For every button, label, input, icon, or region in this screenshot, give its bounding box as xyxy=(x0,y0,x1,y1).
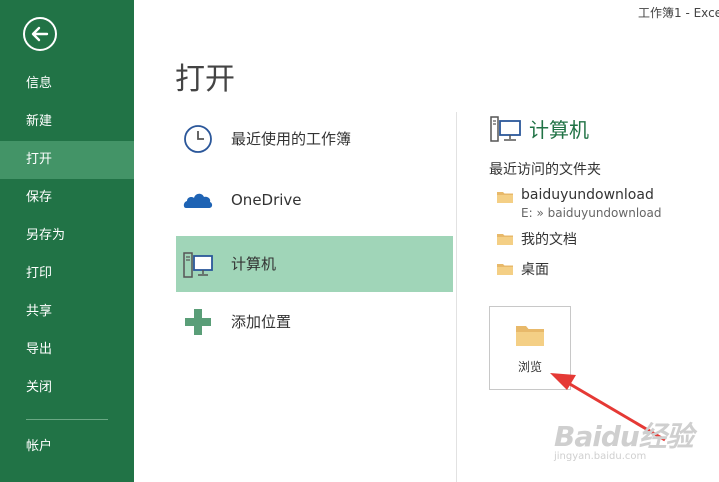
place-label: OneDrive xyxy=(231,191,302,209)
nav-item-close[interactable]: 关闭 xyxy=(0,369,134,407)
onedrive-cloud-icon xyxy=(183,193,213,208)
nav-item-open[interactable]: 打开 xyxy=(0,141,134,179)
folder-icon xyxy=(497,234,513,245)
clock-icon xyxy=(184,125,212,153)
folder-name: baiduyundownload xyxy=(521,187,654,203)
computer-icon xyxy=(183,252,213,278)
place-onedrive[interactable]: OneDrive xyxy=(176,172,453,228)
place-label: 计算机 xyxy=(231,255,277,273)
nav-item-new[interactable]: 新建 xyxy=(0,103,134,141)
place-computer[interactable]: 计算机 xyxy=(176,236,453,292)
place-recent-workbooks[interactable]: 最近使用的工作簿 xyxy=(176,111,453,167)
nav-item-save[interactable]: 保存 xyxy=(0,179,134,217)
nav-item-account[interactable]: 帐户 xyxy=(0,428,134,466)
baidu-watermark: Baidu经验 jingyan.baidu.com xyxy=(554,415,694,462)
folder-icon xyxy=(516,326,544,346)
back-button[interactable] xyxy=(23,17,57,51)
nav-item-share[interactable]: 共享 xyxy=(0,293,134,331)
nav-separator xyxy=(26,419,108,420)
computer-icon xyxy=(490,116,521,142)
page-title: 打开 xyxy=(175,62,235,97)
nav-item-info[interactable]: 信息 xyxy=(0,65,134,103)
folder-name: 桌面 xyxy=(521,262,549,278)
watermark-url: jingyan.baidu.com xyxy=(554,451,647,462)
nav-item-export[interactable]: 导出 xyxy=(0,331,134,369)
place-add-location[interactable]: 添加位置 xyxy=(176,294,453,350)
place-label: 最近使用的工作簿 xyxy=(231,130,352,148)
browse-button[interactable]: 浏览 xyxy=(489,306,571,390)
folder-path: E: » baiduyundownload xyxy=(521,206,662,220)
recent-folders-label: 最近访问的文件夹 xyxy=(489,162,601,178)
folder-name: 我的文档 xyxy=(521,232,577,248)
plus-icon xyxy=(185,309,211,335)
folder-icon xyxy=(497,264,513,275)
browse-label: 浏览 xyxy=(517,360,542,374)
computer-heading: 计算机 xyxy=(529,118,589,142)
folder-icon xyxy=(497,192,513,203)
nav-item-print[interactable]: 打印 xyxy=(0,255,134,293)
watermark-logo: Baidu经验 xyxy=(554,420,694,453)
nav-item-save-as[interactable]: 另存为 xyxy=(0,217,134,255)
backstage-sidebar: 信息 新建 打开 保存 另存为 打印 共享 导出 关闭 帐户 xyxy=(0,0,134,482)
panel-divider xyxy=(456,112,457,482)
place-label: 添加位置 xyxy=(231,313,292,331)
back-arrow-icon xyxy=(31,26,49,42)
window-title: 工作簿1 - Exce xyxy=(638,6,719,20)
